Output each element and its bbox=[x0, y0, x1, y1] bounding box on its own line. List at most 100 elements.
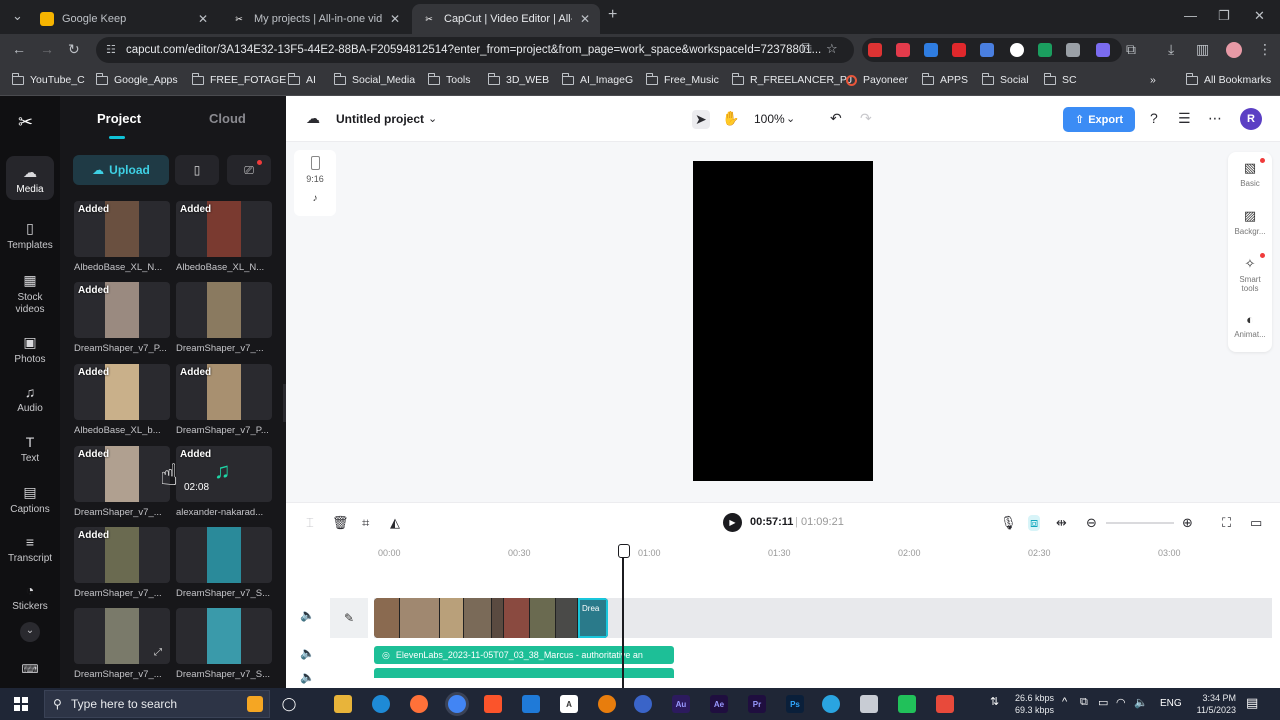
video-clip[interactable] bbox=[464, 598, 492, 638]
chrome-icon[interactable] bbox=[448, 695, 466, 713]
panel-animation[interactable]: ◐ Animat... bbox=[1228, 312, 1272, 339]
volume-tray-icon[interactable]: 🔈 bbox=[1134, 696, 1148, 709]
help-icon[interactable]: ? bbox=[1150, 110, 1158, 126]
bookmark-item[interactable]: 3D_WEB bbox=[488, 72, 549, 86]
new-tab-icon[interactable]: + bbox=[608, 6, 617, 24]
file-explorer-icon[interactable] bbox=[334, 695, 352, 713]
panel-basic[interactable]: ▧ Basic bbox=[1228, 160, 1272, 188]
user-avatar[interactable]: R bbox=[1240, 108, 1262, 130]
close-tab-icon[interactable]: ✕ bbox=[580, 12, 590, 26]
bookmark-item[interactable]: R_FREELANCER_PJ bbox=[732, 72, 852, 86]
audio-clip[interactable] bbox=[374, 668, 674, 678]
close-window-icon[interactable]: ✕ bbox=[1254, 8, 1265, 24]
tab-my-projects[interactable]: ✂ My projects | All-in-one video ✕ bbox=[222, 4, 410, 34]
app-icon[interactable] bbox=[936, 695, 954, 713]
close-tab-icon[interactable]: ✕ bbox=[390, 12, 400, 26]
photoshop-icon[interactable]: Ps bbox=[786, 695, 804, 713]
nav-templates[interactable]: ▯ Templates bbox=[0, 220, 60, 251]
volume-icon[interactable]: 🔈 bbox=[300, 670, 315, 684]
after-effects-icon[interactable]: Ae bbox=[710, 695, 728, 713]
bookmark-star-icon[interactable]: ☆ bbox=[826, 41, 838, 57]
extension-icon[interactable] bbox=[1010, 43, 1024, 57]
site-info-icon[interactable]: ☷ bbox=[106, 43, 116, 56]
export-button[interactable]: ⇧ Export bbox=[1063, 107, 1135, 132]
more-options-icon[interactable]: ⋯ bbox=[1208, 110, 1222, 127]
close-tab-icon[interactable]: ✕ bbox=[198, 12, 208, 26]
nav-more-chevron-icon[interactable]: ⌄ bbox=[20, 622, 40, 642]
extension-icon[interactable] bbox=[896, 43, 910, 57]
wifi-icon[interactable]: ◠ bbox=[1116, 696, 1126, 709]
app-icon[interactable] bbox=[898, 695, 916, 713]
capcut-logo-icon[interactable]: ✂ bbox=[18, 112, 33, 133]
microphone-icon[interactable]: 🎙 bbox=[1000, 515, 1017, 531]
tab-cloud[interactable]: Cloud bbox=[209, 111, 246, 126]
audition-icon[interactable]: Au bbox=[672, 695, 690, 713]
windows-start-icon[interactable] bbox=[14, 697, 28, 711]
tab-capcut-editor[interactable]: ✂ CapCut | Video Editor | All-In- ✕ bbox=[412, 4, 600, 34]
media-item[interactable]: Added DreamShaper_v7_... bbox=[74, 446, 170, 518]
blender-icon[interactable] bbox=[598, 695, 616, 713]
tab-google-keep[interactable]: Google Keep ✕ bbox=[30, 4, 218, 34]
stack-icon[interactable]: ☰ bbox=[1178, 110, 1191, 127]
extension-icon[interactable] bbox=[952, 43, 966, 57]
forward-icon[interactable]: → bbox=[40, 41, 54, 57]
chrome-menu-icon[interactable]: ⋮ bbox=[1258, 41, 1272, 58]
all-bookmarks[interactable]: All Bookmarks bbox=[1186, 72, 1271, 86]
upload-button[interactable]: ☁ Upload bbox=[73, 155, 169, 185]
address-bar[interactable]: capcut.com/editor/3A134E32-13F5-44E2-88B… bbox=[96, 37, 854, 63]
language-indicator[interactable]: ENG bbox=[1160, 698, 1182, 709]
bookmark-item[interactable]: Social bbox=[982, 72, 1029, 86]
app-icon[interactable]: A bbox=[560, 695, 578, 713]
bookmark-item[interactable]: FREE_FOTAGE bbox=[192, 72, 286, 86]
media-item[interactable]: Added DreamShaper_v7_P... bbox=[176, 364, 272, 436]
extension-icon[interactable] bbox=[980, 43, 994, 57]
video-clip[interactable] bbox=[530, 598, 556, 638]
extension-icon[interactable] bbox=[868, 43, 882, 57]
caption-view-icon[interactable]: ▭ bbox=[1250, 515, 1262, 531]
firefox-icon[interactable] bbox=[410, 695, 428, 713]
mirror-icon[interactable]: ◭ bbox=[390, 515, 400, 531]
tab-project[interactable]: Project bbox=[97, 111, 141, 126]
bookmark-item[interactable]: Tools bbox=[428, 72, 471, 86]
bookmark-item[interactable]: AI_ImageG bbox=[562, 72, 633, 86]
download-icon[interactable]: ⤓ bbox=[1168, 41, 1174, 58]
media-item[interactable]: Added AlbedoBase_XL_N... bbox=[176, 201, 272, 273]
nav-captions[interactable]: ▤ Captions bbox=[0, 484, 60, 515]
media-item-audio[interactable]: Added ♫ 02:08 alexander-nakarad... bbox=[176, 446, 272, 518]
cloud-save-icon[interactable]: ☁ bbox=[306, 110, 320, 127]
zoom-out-icon[interactable]: ⊖ bbox=[1086, 515, 1097, 531]
reload-icon[interactable]: ↻ bbox=[68, 41, 80, 58]
notifications-icon[interactable]: ▤ bbox=[1246, 695, 1258, 711]
premiere-icon[interactable]: Pr bbox=[748, 695, 766, 713]
zoom-in-icon[interactable]: ⊕ bbox=[1182, 515, 1193, 531]
project-title[interactable]: Untitled project bbox=[336, 112, 424, 126]
bookmark-item[interactable]: YouTube_C bbox=[12, 72, 85, 86]
video-preview[interactable] bbox=[693, 161, 873, 481]
split-icon[interactable]: ⌶ bbox=[306, 515, 314, 531]
panel-smart-tools[interactable]: ✧ Smart tools bbox=[1228, 256, 1272, 293]
tray-chevron-icon[interactable]: ^ bbox=[1062, 696, 1067, 708]
bookmark-item[interactable]: Google_Apps bbox=[96, 72, 178, 86]
aspect-ratio-selector[interactable]: 9:16 ♪ bbox=[294, 150, 336, 216]
vscode-icon[interactable] bbox=[522, 695, 540, 713]
media-item[interactable]: Added AlbedoBase_XL_b... bbox=[74, 364, 170, 436]
nav-stock-videos[interactable]: ▦ Stock videos bbox=[0, 272, 60, 316]
bookmark-item[interactable]: Payoneer bbox=[846, 74, 908, 86]
redo-icon[interactable]: ↷ bbox=[860, 110, 872, 127]
video-clip[interactable] bbox=[556, 598, 578, 638]
edge-icon[interactable] bbox=[372, 695, 390, 713]
profile-avatar[interactable] bbox=[1226, 42, 1242, 58]
zoom-level[interactable]: 100% bbox=[754, 112, 785, 126]
volume-icon[interactable]: 🔈 bbox=[300, 608, 315, 622]
media-item[interactable]: Added DreamShaper_v7_P... bbox=[74, 282, 170, 354]
nav-audio[interactable]: ♫ Audio bbox=[0, 384, 60, 414]
playhead[interactable] bbox=[618, 544, 630, 688]
extension-icon[interactable] bbox=[1066, 43, 1080, 57]
nav-text[interactable]: T Text bbox=[0, 434, 60, 464]
battery-icon[interactable]: ▭ bbox=[1098, 696, 1108, 709]
extensions-puzzle-icon[interactable]: ⧉ bbox=[1126, 41, 1136, 58]
extension-icon[interactable] bbox=[1096, 43, 1110, 57]
nav-transcript[interactable]: ≡ Transcript bbox=[0, 534, 60, 564]
select-pointer-icon[interactable]: ➤ bbox=[692, 110, 710, 129]
record-button[interactable]: ⎚ bbox=[227, 155, 271, 185]
